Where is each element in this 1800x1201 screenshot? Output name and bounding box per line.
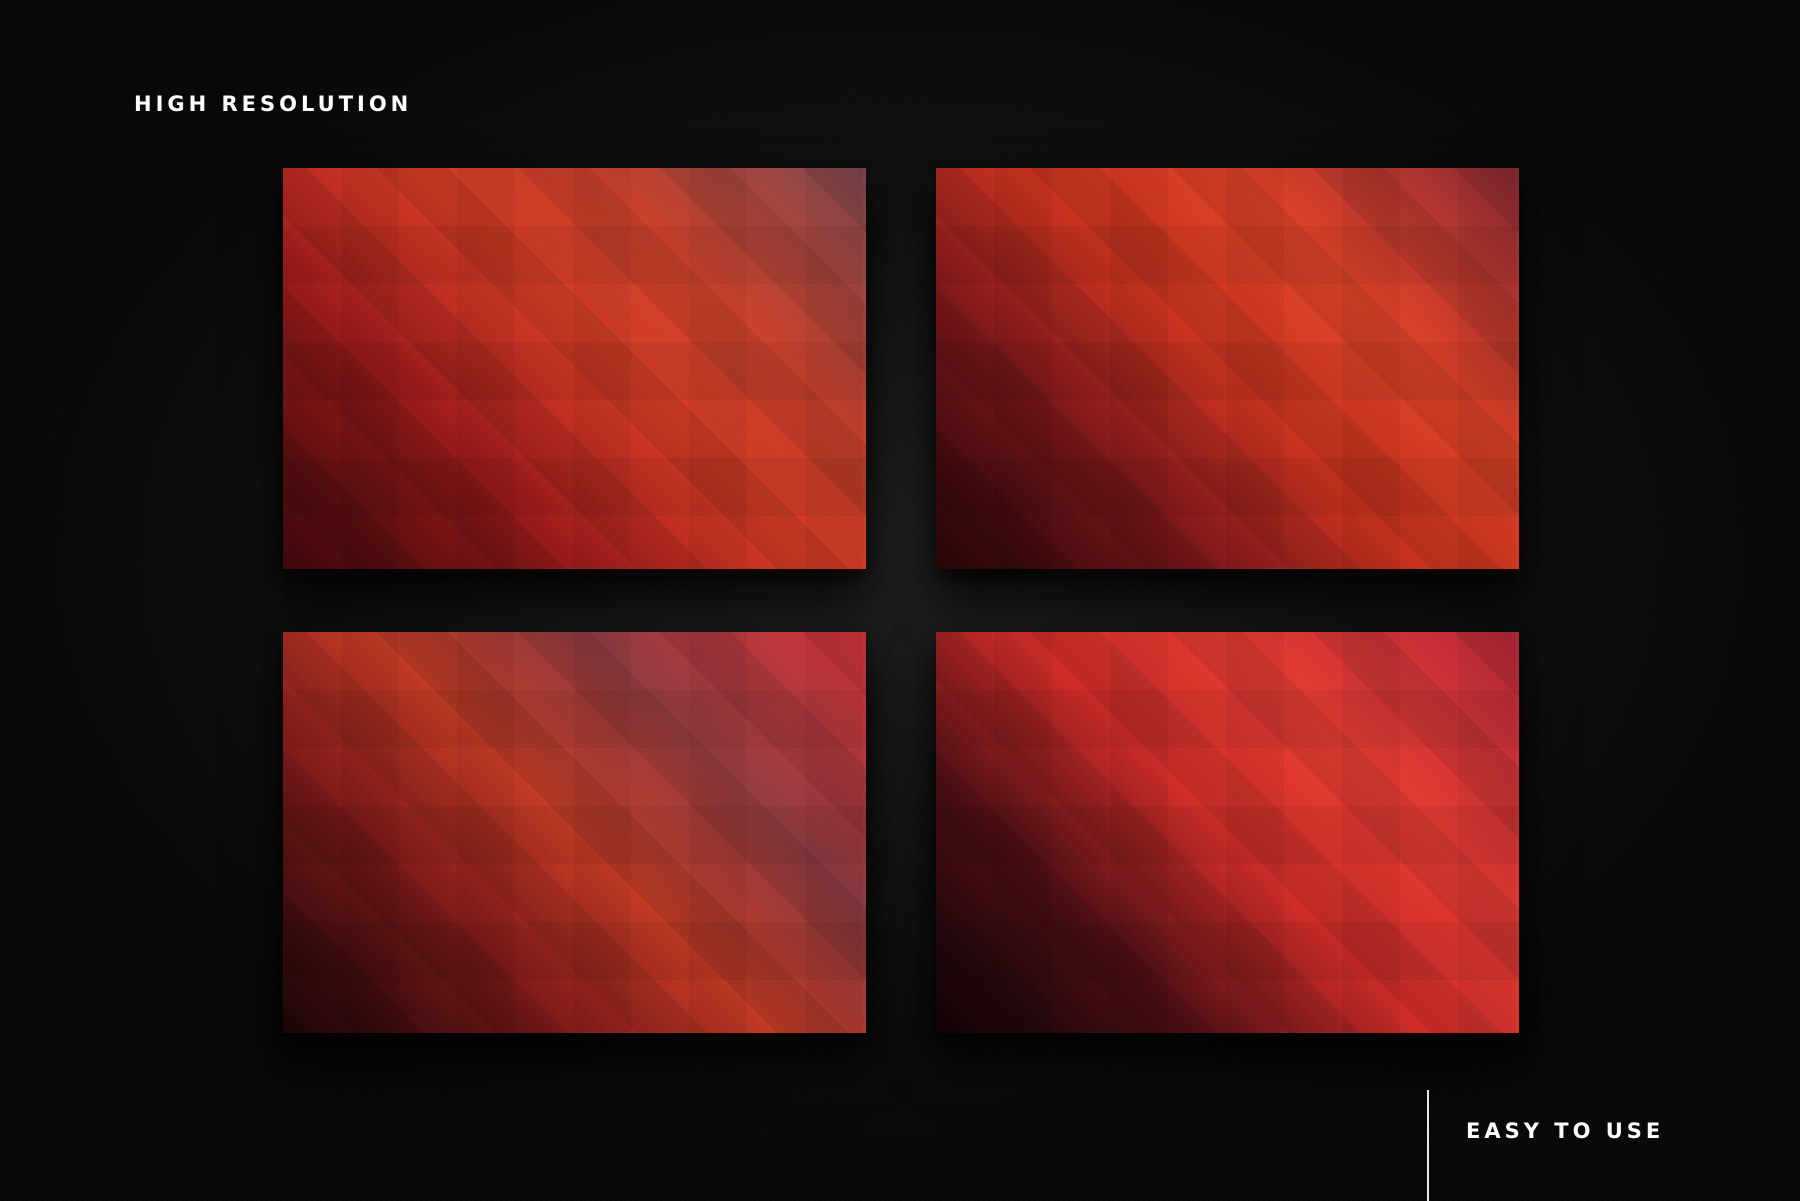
gradient-preview-card-2 — [936, 168, 1519, 569]
gradient-preview-card-4 — [936, 632, 1519, 1033]
vertical-divider — [1427, 1090, 1429, 1201]
high-resolution-label: HIGH RESOLUTION — [134, 92, 413, 116]
card-shade — [283, 168, 866, 569]
gradient-preview-card-3 — [283, 632, 866, 1033]
easy-to-use-label: EASY TO USE — [1466, 1119, 1665, 1143]
card-shade — [936, 168, 1519, 569]
card-shade — [283, 632, 866, 1033]
card-shade — [936, 632, 1519, 1033]
gradient-preview-card-1 — [283, 168, 866, 569]
background-grain — [0, 0, 1800, 1201]
